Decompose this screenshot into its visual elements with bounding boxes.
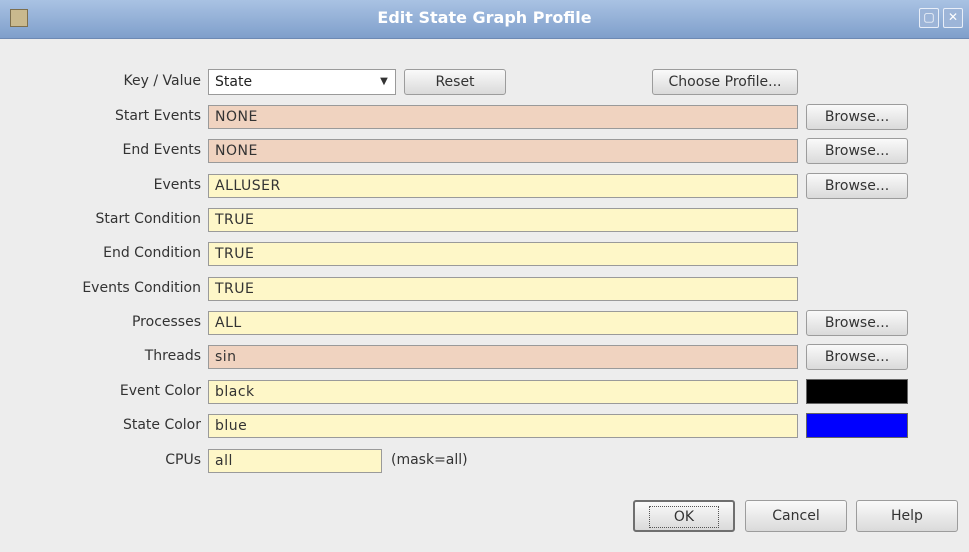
dialog-body: Key / Value State ▼ Reset Choose Profile… bbox=[0, 39, 969, 552]
cpus-mask-text: (mask=all) bbox=[391, 452, 468, 468]
state-color-swatch[interactable] bbox=[806, 413, 908, 438]
state-color-field[interactable]: blue bbox=[208, 414, 798, 438]
end-condition-field[interactable]: TRUE bbox=[208, 242, 798, 266]
start-condition-label: Start Condition bbox=[95, 211, 201, 227]
reset-button[interactable]: Reset bbox=[404, 69, 506, 95]
event-color-swatch[interactable] bbox=[806, 379, 908, 404]
maximize-icon[interactable]: ▢ bbox=[919, 8, 939, 28]
events-condition-label: Events Condition bbox=[82, 280, 201, 296]
key-value-dropdown[interactable]: State ▼ bbox=[208, 69, 396, 95]
browse-start-events-button[interactable]: Browse... bbox=[806, 104, 908, 130]
events-label: Events bbox=[153, 177, 201, 193]
threads-label: Threads bbox=[144, 348, 201, 364]
browse-threads-button[interactable]: Browse... bbox=[806, 344, 908, 370]
start-events-field[interactable]: NONE bbox=[208, 105, 798, 129]
cancel-button[interactable]: Cancel bbox=[745, 500, 847, 532]
key-value-selected: State bbox=[215, 74, 253, 90]
ok-button-label: OK bbox=[648, 506, 720, 528]
end-condition-label: End Condition bbox=[103, 245, 201, 261]
cpus-label: CPUs bbox=[165, 452, 201, 468]
end-events-label: End Events bbox=[122, 142, 201, 158]
event-color-field[interactable]: black bbox=[208, 380, 798, 404]
window-title: Edit State Graph Profile bbox=[377, 8, 592, 27]
cpus-field[interactable]: all bbox=[208, 449, 382, 473]
ok-button[interactable]: OK bbox=[633, 500, 735, 532]
state-color-label: State Color bbox=[122, 417, 201, 433]
start-events-label: Start Events bbox=[114, 108, 201, 124]
chevron-down-icon[interactable]: ▼ bbox=[375, 72, 393, 92]
browse-processes-button[interactable]: Browse... bbox=[806, 310, 908, 336]
threads-field[interactable]: sin bbox=[208, 345, 798, 369]
title-bar: Edit State Graph Profile ▢ ✕ bbox=[0, 0, 969, 39]
help-button[interactable]: Help bbox=[856, 500, 958, 532]
end-events-field[interactable]: NONE bbox=[208, 139, 798, 163]
events-condition-field[interactable]: TRUE bbox=[208, 277, 798, 301]
browse-events-button[interactable]: Browse... bbox=[806, 173, 908, 199]
browse-end-events-button[interactable]: Browse... bbox=[806, 138, 908, 164]
key-value-label: Key / Value bbox=[123, 73, 201, 89]
choose-profile-button[interactable]: Choose Profile... bbox=[652, 69, 798, 95]
processes-field[interactable]: ALL bbox=[208, 311, 798, 335]
events-field[interactable]: ALLUSER bbox=[208, 174, 798, 198]
event-color-label: Event Color bbox=[119, 383, 201, 399]
close-icon[interactable]: ✕ bbox=[943, 8, 963, 28]
start-condition-field[interactable]: TRUE bbox=[208, 208, 798, 232]
processes-label: Processes bbox=[131, 314, 201, 330]
